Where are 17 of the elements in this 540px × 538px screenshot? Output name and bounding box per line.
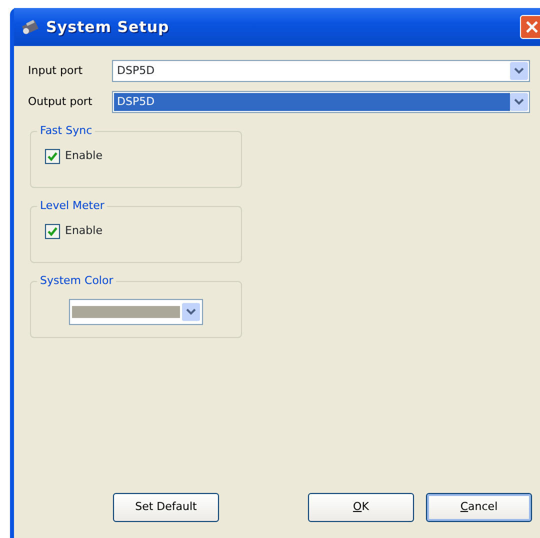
field-label: Output port — [28, 94, 94, 110]
dropdown-field[interactable]: DSP5D — [112, 91, 530, 113]
dialog-button[interactable]: OK — [308, 493, 414, 522]
checkbox-label: Enable — [65, 223, 102, 239]
checkbox-label: Enable — [65, 148, 102, 164]
dialog-button[interactable]: Set Default — [113, 493, 219, 522]
close-icon — [525, 20, 539, 34]
checkbox[interactable] — [45, 224, 60, 239]
group-title: System Color — [37, 273, 116, 289]
field-label: Input port — [28, 62, 84, 79]
dropdown-field[interactable]: DSP5D — [112, 60, 530, 82]
group-title: Fast Sync — [37, 123, 96, 139]
close-button[interactable] — [520, 15, 540, 39]
color-dropdown[interactable] — [69, 299, 203, 325]
dialog-button[interactable]: Cancel — [426, 493, 532, 522]
window-title: System Setup — [46, 16, 170, 38]
checkbox[interactable] — [45, 148, 60, 164]
